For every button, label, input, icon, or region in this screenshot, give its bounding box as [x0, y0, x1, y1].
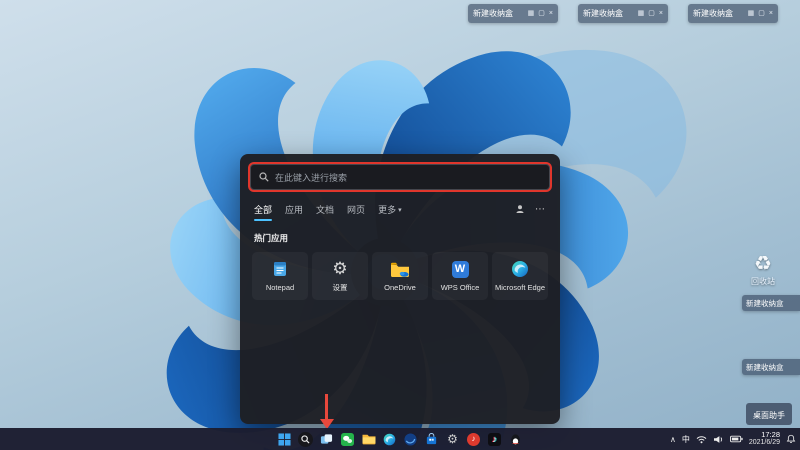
app-label: WPS Office	[441, 283, 480, 292]
recycle-bin-label: 回收站	[751, 276, 775, 287]
taskbar: ⚙ ♪ ♪ ∧ 中	[0, 428, 800, 450]
storage-box-docked-1[interactable]: 新建收纳盒	[742, 295, 800, 311]
taskbar-center-icons: ⚙ ♪ ♪	[276, 428, 524, 450]
tab-label: 应用	[285, 203, 303, 216]
onedrive-folder-icon	[390, 261, 410, 278]
wechat-button[interactable]	[339, 431, 356, 448]
grid-view-icon[interactable]: ▦	[748, 10, 755, 17]
battery-icon[interactable]	[730, 435, 743, 443]
task-view-icon	[320, 433, 333, 446]
microsoft-store-button[interactable]	[423, 431, 440, 448]
clock[interactable]: 17:28 2021/6/29	[749, 431, 780, 448]
app-tile-onedrive[interactable]: OneDrive	[372, 252, 428, 300]
store-icon	[425, 433, 438, 446]
tab-label: 更多	[378, 203, 396, 216]
system-tray: ∧ 中	[670, 428, 796, 450]
close-icon[interactable]: ×	[659, 10, 663, 17]
tab-documents[interactable]: 文档	[316, 203, 334, 216]
tab-label: 网页	[347, 203, 365, 216]
restore-icon[interactable]: ▢	[538, 10, 545, 17]
close-icon[interactable]: ×	[769, 10, 773, 17]
tab-web[interactable]: 网页	[347, 203, 365, 216]
restore-icon[interactable]: ▢	[648, 10, 655, 17]
tiktok-icon: ♪	[488, 433, 501, 446]
tab-more[interactable]: 更多 ▾	[378, 203, 402, 216]
app-tile-wps[interactable]: W WPS Office	[432, 252, 488, 300]
chevron-down-icon: ▾	[398, 206, 402, 214]
search-input[interactable]: 在此键入进行搜索	[250, 164, 550, 190]
desktop-assistant-label: 桌面助手	[753, 411, 785, 420]
search-tabs: 全部 应用 文档 网页 更多 ▾	[254, 203, 546, 216]
qq-penguin-icon	[509, 433, 522, 446]
popular-apps-title: 热门应用	[254, 232, 546, 244]
time-text: 17:28	[761, 431, 780, 440]
taskbar-search-button[interactable]	[297, 431, 314, 448]
grid-view-icon[interactable]: ▦	[528, 10, 535, 17]
gear-icon: ⚙	[447, 433, 458, 445]
more-options-icon[interactable]: ⋯	[535, 204, 546, 215]
search-icon	[298, 432, 313, 447]
desktop: 新建收纳盒 ▦ ▢ × 新建收纳盒 ▦ ▢ × 新建收纳盒 ▦ ▢ × ♻ 回收…	[0, 0, 800, 450]
app-tile-settings[interactable]: ⚙ 设置	[312, 252, 368, 300]
wps-office-icon: W	[452, 261, 469, 278]
storage-box-title: 新建收纳盒	[746, 298, 784, 309]
app-label: Microsoft Edge	[495, 283, 545, 292]
storage-box-title: 新建收纳盒	[583, 8, 634, 19]
desktop-assistant-pill[interactable]: 桌面助手	[746, 403, 792, 425]
tab-apps[interactable]: 应用	[285, 203, 303, 216]
search-icon	[259, 172, 269, 182]
storage-box-title: 新建收纳盒	[693, 8, 744, 19]
ime-indicator[interactable]: 中	[682, 434, 690, 445]
music-note-icon: ♪	[467, 433, 480, 446]
storage-box-title: 新建收纳盒	[746, 362, 784, 373]
app-label: 设置	[333, 282, 348, 293]
recycle-bin-icon: ♻	[754, 254, 772, 274]
app-label: OneDrive	[384, 283, 416, 292]
edge-button[interactable]	[381, 431, 398, 448]
qq-browser-button[interactable]	[402, 431, 419, 448]
storage-box-window-2[interactable]: 新建收纳盒 ▦ ▢ ×	[578, 4, 668, 23]
app-tile-notepad[interactable]: Notepad	[252, 252, 308, 300]
gear-icon: ⚙	[332, 260, 347, 277]
qq-button[interactable]	[507, 431, 524, 448]
storage-box-docked-2[interactable]: 新建收纳盒	[742, 359, 800, 375]
wifi-icon[interactable]	[696, 435, 707, 444]
restore-icon[interactable]: ▢	[758, 10, 765, 17]
task-view-button[interactable]	[318, 431, 335, 448]
folder-icon	[362, 433, 376, 445]
close-icon[interactable]: ×	[549, 10, 553, 17]
netease-music-button[interactable]: ♪	[465, 431, 482, 448]
tiktok-button[interactable]: ♪	[486, 431, 503, 448]
tab-label: 文档	[316, 203, 334, 216]
file-explorer-button[interactable]	[360, 431, 377, 448]
date-text: 2021/6/29	[749, 439, 780, 447]
account-icon[interactable]	[515, 204, 525, 216]
popular-apps-row: Notepad ⚙ 设置 OneDrive W WPS Office	[252, 252, 548, 300]
notepad-icon	[271, 260, 289, 278]
wechat-icon	[341, 433, 354, 446]
grid-view-icon[interactable]: ▦	[638, 10, 645, 17]
storage-box-window-1[interactable]: 新建收纳盒 ▦ ▢ ×	[468, 4, 558, 23]
search-placeholder: 在此键入进行搜索	[275, 171, 347, 184]
app-label: Notepad	[266, 283, 294, 292]
storage-box-title: 新建收纳盒	[473, 8, 524, 19]
settings-button[interactable]: ⚙	[444, 431, 461, 448]
tab-all[interactable]: 全部	[254, 203, 272, 216]
hidden-icons-chevron[interactable]: ∧	[670, 435, 676, 444]
search-flyout: 在此键入进行搜索 全部 应用 文档 网页 更多 ▾	[240, 154, 560, 424]
storage-box-window-3[interactable]: 新建收纳盒 ▦ ▢ ×	[688, 4, 778, 23]
recycle-bin-desktop-icon[interactable]: ♻ 回收站	[740, 254, 786, 287]
edge-icon	[511, 260, 529, 278]
tab-label: 全部	[254, 203, 272, 216]
windows-logo-icon	[278, 433, 291, 446]
notification-bell-icon[interactable]	[786, 434, 796, 444]
edge-icon	[383, 433, 396, 446]
start-button[interactable]	[276, 431, 293, 448]
app-tile-edge[interactable]: Microsoft Edge	[492, 252, 548, 300]
volume-icon[interactable]	[713, 435, 724, 444]
qq-browser-icon	[404, 433, 417, 446]
